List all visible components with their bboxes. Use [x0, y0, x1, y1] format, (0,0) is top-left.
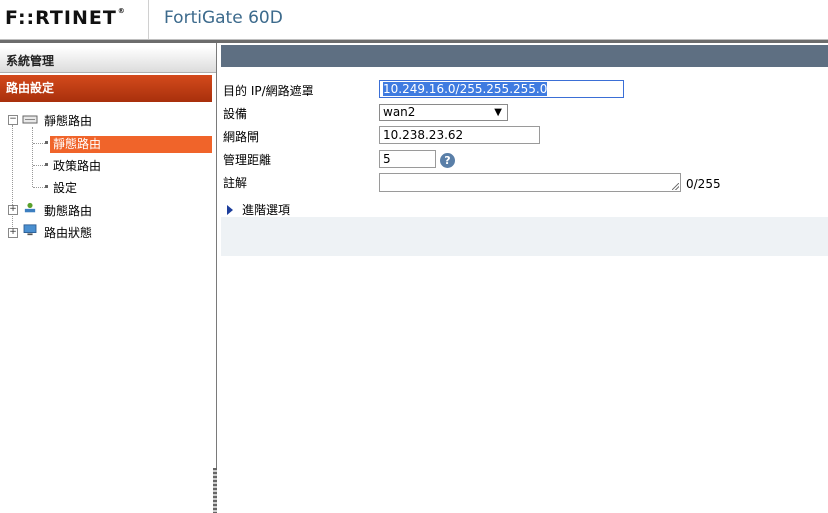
tree-item-dynamic-routing[interactable]: 動態路由: [44, 202, 92, 220]
device-label: 設備: [223, 107, 248, 121]
device-select[interactable]: wan2 ▼: [379, 104, 508, 121]
tree-line: [33, 165, 45, 166]
dynamic-route-icon: [24, 202, 36, 213]
help-icon[interactable]: ?: [440, 153, 455, 168]
comment-textarea[interactable]: [379, 173, 681, 192]
collapse-static-routing-icon[interactable]: −: [8, 115, 18, 125]
nav-section-system[interactable]: 系統管理: [0, 47, 216, 73]
comment-label: 註解: [223, 176, 248, 190]
triangle-right-icon: [227, 205, 233, 215]
sidebar-resize-handle[interactable]: [213, 468, 217, 513]
header-divider: [148, 0, 149, 39]
tree-line: [12, 125, 13, 233]
nav-section-routing[interactable]: 路由設定: [0, 75, 212, 102]
tree-line: [33, 143, 45, 144]
sidebar: 系統管理 路由設定 − 靜態路由 靜態路由 政策路由 設定 + 動態路由 + 路…: [0, 43, 217, 513]
tree-item-route-status[interactable]: 路由狀態: [44, 224, 92, 242]
expand-dynamic-routing-icon[interactable]: +: [8, 205, 18, 215]
tree-line: [33, 187, 45, 188]
dropdown-arrow-icon: ▼: [494, 107, 502, 118]
app-header: F::RTINET® FortiGate 60D: [0, 0, 828, 40]
distance-input[interactable]: 5: [379, 150, 436, 168]
panel-title-bar: [221, 45, 828, 67]
tree-item-settings[interactable]: 設定: [53, 179, 77, 197]
tree-item-static-routing[interactable]: 靜態路由: [44, 112, 92, 130]
device-name: FortiGate 60D: [164, 8, 283, 28]
gateway-input[interactable]: 10.238.23.62: [379, 126, 540, 144]
monitor-icon: [23, 224, 37, 236]
fortinet-logo[interactable]: F::RTINET®: [5, 7, 126, 29]
tree-line: [32, 127, 33, 187]
advanced-options-label: 進階選項: [242, 203, 291, 217]
distance-label: 管理距離: [223, 153, 272, 167]
tree-bullet: [45, 185, 48, 188]
form-footer-band: [221, 217, 828, 256]
tree-bullet: [45, 163, 48, 166]
advanced-options-toggle[interactable]: 進階選項: [227, 201, 290, 218]
destination-label: 目的 IP/網路遮罩: [223, 84, 314, 98]
tree-item-static-route[interactable]: 靜態路由: [50, 136, 212, 153]
tree-bullet: [45, 141, 48, 144]
destination-input[interactable]: 10.249.16.0/255.255.255.0: [379, 80, 624, 98]
main-panel: 目的 IP/網路遮罩 10.249.16.0/255.255.255.0 設備 …: [218, 43, 828, 472]
gateway-label: 網路閘: [223, 130, 260, 144]
resize-grip-icon[interactable]: [672, 183, 679, 190]
tree-item-policy-route[interactable]: 政策路由: [53, 157, 101, 175]
static-route-icon: [22, 115, 38, 124]
comment-char-counter: 0/255: [686, 177, 721, 191]
expand-route-status-icon[interactable]: +: [8, 228, 18, 238]
